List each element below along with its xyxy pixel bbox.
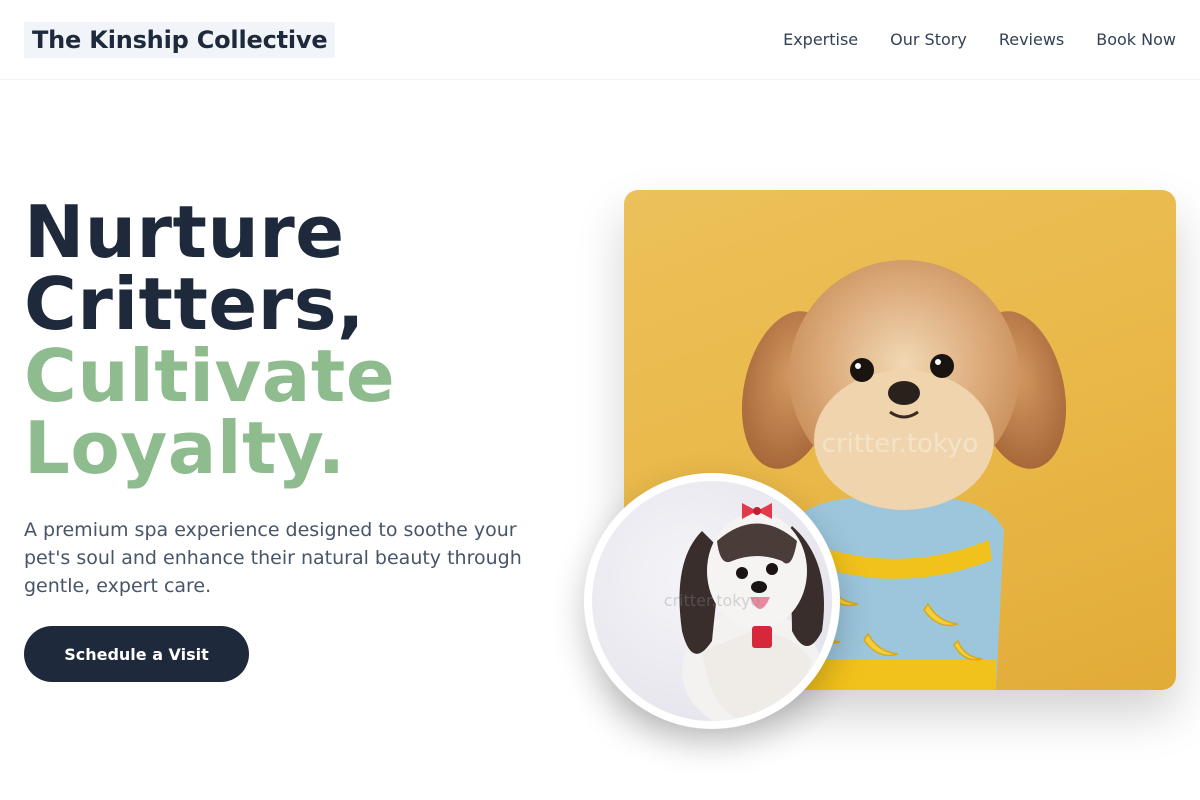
headline-line-2: Critters, — [24, 262, 365, 346]
nav-link-our-story[interactable]: Our Story — [890, 30, 967, 49]
hero-subtitle: A premium spa experience designed to soo… — [24, 519, 522, 597]
nav-link-expertise[interactable]: Expertise — [783, 30, 858, 49]
headline-line-3: Cultivate — [24, 334, 396, 418]
brand-logo[interactable]: The Kinship Collective — [24, 21, 336, 58]
schedule-visit-button[interactable]: Schedule a Visit — [24, 626, 249, 682]
circle-photo-watermark: critter.tokyo — [664, 591, 760, 610]
secondary-dog-photo-frame: critter.tokyo — [584, 473, 840, 729]
main-nav: Expertise Our Story Reviews Book Now — [783, 30, 1176, 49]
site-header: The Kinship Collective Expertise Our Sto… — [0, 0, 1200, 80]
headline-line-1: Nurture — [24, 190, 345, 274]
main-photo-watermark: critter.tokyo — [822, 429, 979, 459]
nav-link-reviews[interactable]: Reviews — [999, 30, 1064, 49]
headline-line-4: Loyalty. — [24, 406, 346, 490]
secondary-dog-photo: critter.tokyo — [592, 481, 832, 721]
nav-link-book-now[interactable]: Book Now — [1096, 30, 1176, 49]
hero-headline: Nurture Critters, Cultivate Loyalty. — [24, 196, 544, 484]
bw-shih-tzu-illustration: critter.tokyo — [664, 503, 824, 721]
hero-section: Nurture Critters, Cultivate Loyalty. A p… — [24, 196, 544, 600]
